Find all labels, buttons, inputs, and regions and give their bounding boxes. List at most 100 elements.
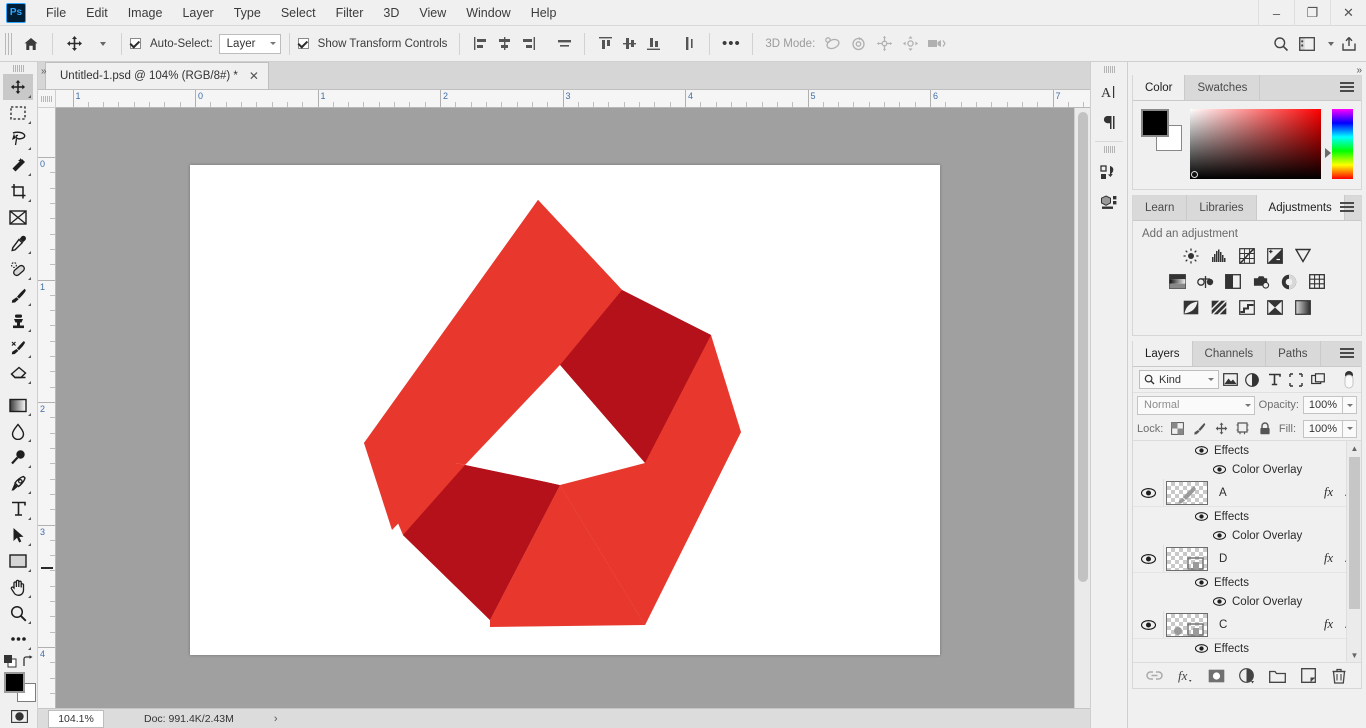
rectangular-marquee-tool[interactable] xyxy=(3,100,33,126)
distribute-horizontal-button[interactable] xyxy=(552,32,576,56)
dodge-tool[interactable] xyxy=(3,444,33,470)
move-tool[interactable] xyxy=(3,74,33,100)
minimize-button[interactable]: – xyxy=(1258,0,1294,26)
eye-icon[interactable] xyxy=(1213,597,1226,606)
layer-thumbnail[interactable] xyxy=(1166,546,1208,571)
status-expand-icon[interactable]: › xyxy=(274,713,278,725)
gradient-tool[interactable] xyxy=(3,392,33,418)
color-field[interactable] xyxy=(1189,109,1321,179)
layer-thumbnail[interactable] xyxy=(1166,612,1208,637)
menu-item-edit[interactable]: Edit xyxy=(76,3,118,23)
toolbar-grip[interactable] xyxy=(13,65,24,72)
menu-item-help[interactable]: Help xyxy=(521,3,567,23)
pan-3d-icon[interactable] xyxy=(871,31,897,57)
foreground-background-swatches[interactable] xyxy=(4,672,36,702)
menu-item-3d[interactable]: 3D xyxy=(373,3,409,23)
new-group-icon[interactable] xyxy=(1267,665,1289,687)
zoom-tool[interactable] xyxy=(3,600,33,626)
delete-layer-icon[interactable] xyxy=(1328,665,1350,687)
orbit-3d-icon[interactable] xyxy=(819,31,845,57)
eye-icon[interactable] xyxy=(1213,465,1226,474)
share-icon[interactable] xyxy=(1336,31,1362,57)
align-bottom-edges-button[interactable] xyxy=(641,32,665,56)
invert-icon[interactable] xyxy=(1183,299,1200,316)
lock-position-icon[interactable] xyxy=(1214,421,1229,436)
dock-grip[interactable] xyxy=(1103,146,1115,153)
layer-effects-row[interactable]: Effects xyxy=(1133,639,1361,658)
layers-scrollbar[interactable]: ▲ ▼ xyxy=(1346,441,1361,662)
exposure-icon[interactable] xyxy=(1267,247,1284,264)
layer-thumbnail[interactable] xyxy=(1166,480,1208,505)
layer-effects-badge[interactable]: fx xyxy=(1324,617,1333,632)
healing-brush-tool[interactable] xyxy=(3,256,33,282)
paragraph-panel-icon[interactable] xyxy=(1093,107,1125,137)
lock-image-pixels-icon[interactable] xyxy=(1192,421,1207,436)
panel-menu-icon[interactable] xyxy=(1340,348,1354,359)
brush-tool[interactable] xyxy=(3,282,33,308)
filter-toggle-icon[interactable] xyxy=(1342,370,1355,390)
layer-row[interactable]: Afx▲ xyxy=(1133,479,1361,507)
foreground-color-swatch[interactable] xyxy=(1141,109,1169,137)
roll-3d-icon[interactable] xyxy=(845,31,871,57)
layer-effects-row[interactable]: Effects xyxy=(1133,507,1361,526)
foreground-color-swatch[interactable] xyxy=(4,672,25,693)
selective-color-icon[interactable] xyxy=(1295,299,1312,316)
quick-mask-icon[interactable] xyxy=(10,710,28,723)
eye-icon[interactable] xyxy=(1195,512,1208,521)
chevron-down-icon[interactable] xyxy=(1320,31,1336,57)
new-fill-adjustment-icon[interactable] xyxy=(1236,665,1258,687)
align-horizontal-centers-button[interactable] xyxy=(492,32,516,56)
fill-stepper[interactable] xyxy=(1343,419,1357,438)
photo-filter-icon[interactable] xyxy=(1253,273,1270,290)
color-balance-icon[interactable] xyxy=(1196,273,1214,290)
type-filter-icon[interactable] xyxy=(1263,369,1285,391)
show-transform-group[interactable]: Show Transform Controls xyxy=(297,38,452,50)
layer-effects-badge[interactable]: fx xyxy=(1324,551,1333,566)
lock-all-icon[interactable] xyxy=(1257,421,1272,436)
color-lookup-icon[interactable] xyxy=(1309,273,1326,290)
layer-effect-row[interactable]: Color Overlay xyxy=(1133,526,1361,545)
auto-select-target-dropdown[interactable]: Layer xyxy=(218,33,281,54)
color-swatches[interactable] xyxy=(1141,109,1182,151)
type-tool[interactable] xyxy=(3,496,33,522)
menu-item-window[interactable]: Window xyxy=(456,3,520,23)
layer-effect-row[interactable]: Color Overlay xyxy=(1133,460,1361,479)
align-top-edges-button[interactable] xyxy=(593,32,617,56)
actions-panel-icon[interactable] xyxy=(1093,157,1125,187)
opacity-input[interactable]: 100% xyxy=(1303,396,1343,414)
tool-preset-chevron-icon[interactable] xyxy=(87,31,113,57)
layers-list[interactable]: EffectsColor OverlayAfx▲EffectsColor Ove… xyxy=(1133,440,1361,662)
channel-mixer-icon[interactable] xyxy=(1281,273,1298,290)
restore-button[interactable]: ❐ xyxy=(1294,0,1330,26)
tab-color[interactable]: Color xyxy=(1133,75,1186,100)
eye-icon[interactable] xyxy=(1195,644,1208,653)
3d-panel-icon[interactable] xyxy=(1093,187,1125,217)
more-options-button[interactable]: ••• xyxy=(718,31,744,57)
magic-wand-tool[interactable] xyxy=(3,152,33,178)
threshold-icon[interactable] xyxy=(1239,299,1256,316)
layers-scroll-thumb[interactable] xyxy=(1349,457,1360,609)
eyedropper-tool[interactable] xyxy=(3,230,33,256)
tab-channels[interactable]: Channels xyxy=(1192,341,1267,366)
camera-3d-icon[interactable] xyxy=(923,31,949,57)
tab-swatches[interactable]: Swatches xyxy=(1185,75,1261,100)
align-left-edges-button[interactable] xyxy=(468,32,492,56)
path-selection-tool[interactable] xyxy=(3,522,33,548)
layer-effects-row[interactable]: Effects xyxy=(1133,441,1361,460)
menu-item-type[interactable]: Type xyxy=(224,3,271,23)
panel-menu-icon[interactable] xyxy=(1340,202,1354,213)
add-layer-style-icon[interactable]: fx xyxy=(1174,665,1196,687)
move-tool-icon[interactable] xyxy=(61,31,87,57)
scroll-down-icon[interactable]: ▼ xyxy=(1347,648,1361,662)
layer-filter-kind-dropdown[interactable]: Kind xyxy=(1139,370,1219,389)
slide-3d-icon[interactable] xyxy=(897,31,923,57)
fill-input[interactable]: 100% xyxy=(1303,419,1343,438)
hue-slider[interactable] xyxy=(1324,109,1353,179)
swap-colors-icon[interactable] xyxy=(22,654,35,668)
menu-item-view[interactable]: View xyxy=(409,3,456,23)
zoom-level-input[interactable]: 104.1% xyxy=(48,709,104,728)
menu-item-layer[interactable]: Layer xyxy=(172,3,223,23)
eraser-tool[interactable] xyxy=(3,360,33,386)
align-right-edges-button[interactable] xyxy=(516,32,540,56)
tab-paths[interactable]: Paths xyxy=(1266,341,1321,366)
